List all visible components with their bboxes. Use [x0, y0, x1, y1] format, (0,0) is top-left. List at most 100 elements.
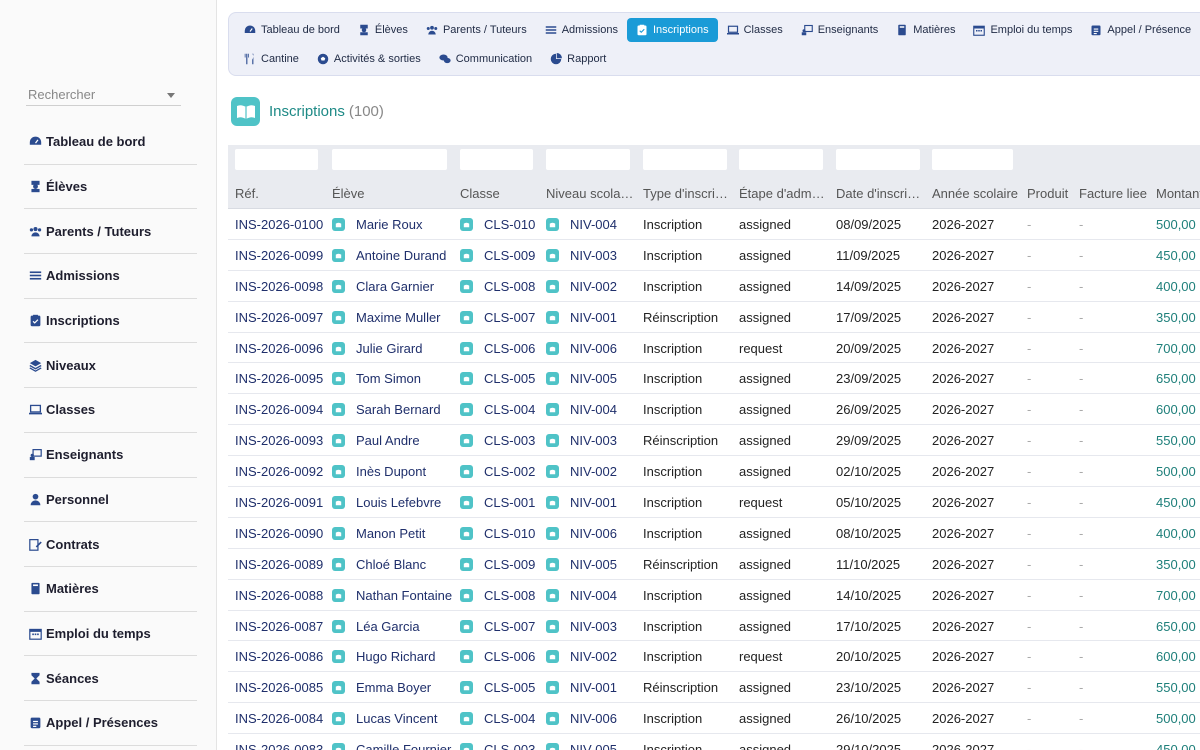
top-menu-item-parents-tuteurs[interactable]: Parents / Tuteurs: [417, 18, 536, 42]
column-header[interactable]: Produit: [1027, 186, 1075, 201]
top-menu-item-eleves[interactable]: Élèves: [349, 18, 417, 42]
cell-class[interactable]: CLS-003: [460, 433, 535, 448]
sidebar-item-matieres[interactable]: Matières: [24, 567, 197, 612]
top-menu-item-admissions[interactable]: Admissions: [536, 18, 627, 42]
sidebar-item-seances[interactable]: Séances: [24, 656, 197, 701]
cell-level[interactable]: NIV-004: [546, 588, 617, 603]
cell-class[interactable]: CLS-006: [460, 649, 535, 664]
cell-level[interactable]: NIV-006: [546, 526, 617, 541]
column-filter-input[interactable]: [932, 149, 1013, 170]
cell-student[interactable]: Nathan Fontaine: [332, 588, 452, 603]
column-filter-input[interactable]: [235, 149, 318, 170]
cell-class[interactable]: CLS-004: [460, 711, 535, 726]
cell-class[interactable]: CLS-010: [460, 217, 535, 232]
cell-level[interactable]: NIV-003: [546, 619, 617, 634]
cell-student[interactable]: Emma Boyer: [332, 680, 431, 695]
cell-class[interactable]: CLS-004: [460, 402, 535, 417]
sidebar-item-parents-tuteurs[interactable]: Parents / Tuteurs: [24, 209, 197, 255]
table-row[interactable]: INS-2026-0085 Emma Boyer CLS-005 NIV-001 Réi…: [228, 672, 1200, 704]
table-row[interactable]: INS-2026-0092 Inès Dupont CLS-002 NIV-002 In…: [228, 456, 1200, 488]
column-header[interactable]: Étape d'adm…: [739, 186, 827, 201]
cell-level[interactable]: NIV-003: [546, 433, 617, 448]
column-header[interactable]: Type d'inscri…: [643, 186, 731, 201]
cell-class[interactable]: CLS-009: [460, 248, 535, 263]
table-row[interactable]: INS-2026-0088 Nathan Fontaine CLS-008 NIV-0…: [228, 580, 1200, 611]
cell-class[interactable]: CLS-006: [460, 341, 535, 356]
table-row[interactable]: INS-2026-0089 Chloé Blanc CLS-009 NIV-005 Ré…: [228, 549, 1200, 580]
top-menu-item-cantine[interactable]: Cantine: [235, 47, 308, 71]
cell-class[interactable]: CLS-007: [460, 310, 535, 325]
sidebar-item-tableau-de-bord[interactable]: Tableau de bord: [24, 120, 197, 165]
cell-student[interactable]: Tom Simon: [332, 371, 421, 386]
cell-student[interactable]: Hugo Richard: [332, 649, 436, 664]
cell-class[interactable]: CLS-008: [460, 588, 535, 603]
column-filter-input[interactable]: [643, 149, 727, 170]
top-menu-item-inscriptions[interactable]: Inscriptions: [626, 18, 718, 42]
table-row[interactable]: INS-2026-0094 Sarah Bernard CLS-004 NIV-004…: [228, 394, 1200, 426]
cell-class[interactable]: CLS-003: [460, 742, 535, 750]
top-menu-item-rapport[interactable]: Rapport: [541, 47, 615, 71]
column-header[interactable]: Date d'inscri…: [836, 186, 924, 201]
cell-level[interactable]: NIV-002: [546, 279, 617, 294]
top-menu-item-emploi-du-temps[interactable]: Emploi du temps: [964, 18, 1081, 42]
table-row[interactable]: INS-2026-0090 Manon Petit CLS-010 NIV-006 In…: [228, 518, 1200, 549]
cell-student[interactable]: Manon Petit: [332, 526, 425, 541]
cell-class[interactable]: CLS-001: [460, 495, 535, 510]
top-menu-item-enseignants[interactable]: Enseignants: [792, 18, 888, 42]
sidebar-item-inscriptions[interactable]: Inscriptions: [24, 299, 197, 344]
sidebar-item-enseignants[interactable]: Enseignants: [24, 433, 197, 478]
top-menu-item-appel-presence[interactable]: Appel / Présence: [1081, 18, 1200, 42]
cell-level[interactable]: NIV-004: [546, 217, 617, 232]
cell-level[interactable]: NIV-005: [546, 557, 617, 572]
cell-level[interactable]: NIV-001: [546, 310, 617, 325]
cell-student[interactable]: Inès Dupont: [332, 464, 426, 479]
column-header[interactable]: Réf.: [235, 186, 327, 201]
top-menu-item-activites-sorties[interactable]: Activités & sorties: [308, 47, 430, 71]
cell-level[interactable]: NIV-002: [546, 649, 617, 664]
cell-student[interactable]: Maxime Muller: [332, 310, 441, 325]
top-menu-item-communication[interactable]: Communication: [430, 47, 541, 71]
cell-student[interactable]: Sarah Bernard: [332, 402, 441, 417]
cell-level[interactable]: NIV-005: [546, 742, 617, 750]
column-header[interactable]: Classe: [460, 186, 542, 201]
table-row[interactable]: INS-2026-0091 Louis Lefebvre CLS-001 NIV-00…: [228, 487, 1200, 518]
cell-class[interactable]: CLS-005: [460, 371, 535, 386]
column-header[interactable]: Montant: [1156, 186, 1200, 201]
cell-student[interactable]: Léa Garcia: [332, 619, 420, 634]
table-row[interactable]: INS-2026-0096 Julie Girard CLS-006 NIV-006 I…: [228, 333, 1200, 364]
cell-student[interactable]: Julie Girard: [332, 341, 422, 356]
sidebar-item-emploi-du-temps[interactable]: Emploi du temps: [24, 612, 197, 657]
table-row[interactable]: INS-2026-0093 Paul Andre CLS-003 NIV-003 Réi…: [228, 425, 1200, 457]
cell-student[interactable]: Louis Lefebvre: [332, 495, 441, 510]
table-row[interactable]: INS-2026-0100 Marie Roux CLS-010 NIV-004 Ins…: [228, 209, 1200, 240]
cell-student[interactable]: Chloé Blanc: [332, 557, 426, 572]
sidebar-item-personnel[interactable]: Personnel: [24, 478, 197, 523]
cell-level[interactable]: NIV-003: [546, 248, 617, 263]
cell-level[interactable]: NIV-006: [546, 711, 617, 726]
sidebar-item-appel-presences[interactable]: Appel / Présences: [24, 701, 197, 746]
column-header[interactable]: Élève: [332, 186, 454, 201]
table-row[interactable]: INS-2026-0083 Camille Fournier CLS-003 NIV-…: [228, 734, 1200, 750]
sidebar-item-classes[interactable]: Classes: [24, 388, 197, 433]
cell-level[interactable]: NIV-004: [546, 402, 617, 417]
table-row[interactable]: INS-2026-0099 Antoine Durand CLS-009 NIV-00…: [228, 240, 1200, 271]
sidebar-item-niveaux[interactable]: Niveaux: [24, 343, 197, 389]
column-filter-input[interactable]: [332, 149, 447, 170]
table-row[interactable]: INS-2026-0097 Maxime Muller CLS-007 NIV-001…: [228, 302, 1200, 333]
cell-level[interactable]: NIV-006: [546, 341, 617, 356]
chevron-down-icon[interactable]: [167, 93, 175, 98]
table-row[interactable]: INS-2026-0086 Hugo Richard CLS-006 NIV-002 I…: [228, 641, 1200, 673]
column-header[interactable]: Facture liee: [1079, 186, 1151, 201]
sidebar-item-eleves[interactable]: Élèves: [24, 165, 197, 210]
cell-student[interactable]: Lucas Vincent: [332, 711, 437, 726]
column-filter-input[interactable]: [739, 149, 823, 170]
cell-level[interactable]: NIV-001: [546, 495, 617, 510]
table-row[interactable]: INS-2026-0084 Lucas Vincent CLS-004 NIV-006…: [228, 703, 1200, 735]
cell-class[interactable]: CLS-008: [460, 279, 535, 294]
top-menu-item-matieres[interactable]: Matières: [887, 18, 964, 42]
cell-class[interactable]: CLS-007: [460, 619, 535, 634]
cell-level[interactable]: NIV-002: [546, 464, 617, 479]
column-header[interactable]: Année scolaire: [932, 186, 1024, 201]
table-row[interactable]: INS-2026-0087 Léa Garcia CLS-007 NIV-003 Ins…: [228, 611, 1200, 642]
column-filter-input[interactable]: [836, 149, 920, 170]
